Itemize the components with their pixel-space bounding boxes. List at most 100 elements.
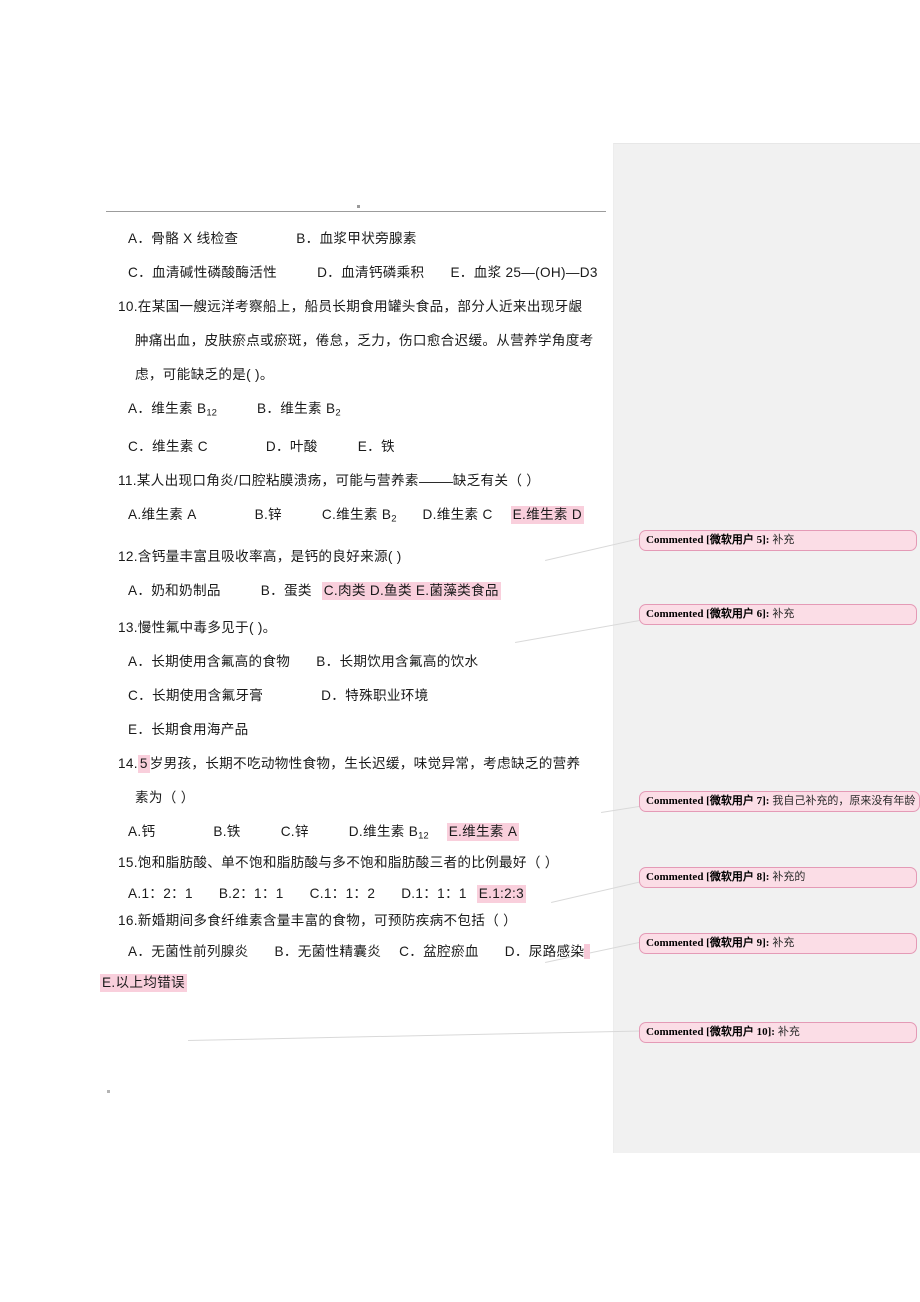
comment-balloon-9[interactable]: Commented [微软用户 9]: 补充: [639, 933, 917, 954]
option-text: D．血清钙磷乘积: [317, 265, 425, 280]
comment-author: Commented [微软用户 8]:: [646, 871, 770, 883]
highlighted-option-e: E.维生素 D: [510, 506, 584, 525]
question-stem-line: 12.含钙量丰富且吸收率高，是钙的良好来源( ): [118, 548, 402, 564]
option-text: B．长期饮用含氟高的饮水: [316, 653, 479, 669]
comment-leader-line-10: [188, 1030, 648, 1041]
fill-in-blank: [418, 482, 453, 484]
question-stem-line: 11.某人出现口角炎/口腔粘膜溃疡，可能与营养素 缺乏有关（ ）: [0, 470, 613, 491]
question-stem-line: 肿痛出血，皮肤瘀点或瘀斑，倦怠，乏力，伤口愈合迟缓。从营养学角度考: [135, 333, 594, 348]
option-line: A．奶和奶制品 B．蛋类 C.肉类 D.鱼类 E.菌藻类食品: [0, 580, 613, 601]
option-text: E．长期食用海产品: [128, 721, 249, 737]
document-text-body: A．骨骼 X 线检查 B．血浆甲状旁腺素 C．血清碱性磷酸酶活性 D．血清钙磷乘积 E…: [0, 228, 613, 993]
option-text: B．血浆甲状旁腺素: [296, 231, 417, 246]
option-text: C.1：1：2: [309, 886, 376, 902]
comment-author: Commented [微软用户 10]:: [646, 1026, 775, 1038]
option-line: A.1：2：1 B.2：1：1 C.1：1：2 D.1：1：1 E.1:2:3: [0, 883, 613, 904]
question-stem-text: 岁男孩，长期不吃动物性食物，生长迟缓，味觉异常，考虑缺乏的营养: [149, 755, 581, 771]
comment-margin-panel: [613, 143, 920, 1153]
option-text: A．无菌性前列腺炎: [128, 944, 249, 960]
option-label: C.维生素 B: [321, 507, 392, 523]
option-text: D．特殊职业环境: [321, 687, 429, 703]
question-stem-line: 13.慢性氟中毒多见于( )。: [118, 619, 277, 635]
highlighted-age-value: 5: [137, 754, 150, 773]
option-text: E．血浆 25—(OH)—D3: [450, 265, 598, 280]
highlighted-option-e: E.以上均错误: [100, 974, 187, 993]
option-text: C.锌: [280, 823, 309, 839]
question-stem-line: 16.新婚期间多食纤维素含量丰富的食物，可预防疾病不包括（ ）: [118, 913, 518, 929]
option-line: A．骨骼 X 线检查 B．血浆甲状旁腺素: [0, 228, 613, 249]
option-text: B．蛋类: [260, 582, 312, 598]
comment-balloon-10[interactable]: Commented [微软用户 10]: 补充: [639, 1022, 917, 1043]
subscript: 12: [418, 830, 429, 842]
option-line: A．长期使用含氟高的食物 B．长期饮用含氟高的饮水: [0, 651, 613, 672]
option-text: A.1：2：1: [128, 886, 193, 902]
comment-balloon-6[interactable]: Commented [微软用户 6]: 补充: [639, 604, 917, 625]
question-stem-line: 15.饱和脂肪酸、单不饱和脂肪酸与多不饱和脂肪酸三者的比例最好（ ）: [118, 855, 559, 871]
option-text: E．铁: [357, 439, 395, 455]
highlighted-options-cde: C.肉类 D.鱼类 E.菌藻类食品: [321, 581, 501, 600]
question-stem-line: 10.在某国一艘远洋考察船上，船员长期食用罐头食品，部分人近来出现牙龈: [118, 299, 583, 314]
subscript: 12: [206, 407, 217, 419]
option-text: A．奶和奶制品: [128, 582, 221, 598]
comment-text: 我自己补充的，原来没有年龄: [772, 795, 916, 807]
comment-balloon-7[interactable]: Commented [微软用户 7]: 我自己补充的，原来没有年龄: [639, 791, 920, 812]
question-number: 14.: [118, 755, 138, 771]
option-line: A.维生素 A B.锌 C.维生素 B2 D.维生素 C E.维生素 D: [0, 504, 613, 529]
comment-text: 补充: [777, 1026, 800, 1038]
option-label: A．维生素 B: [128, 401, 207, 416]
option-label: D.维生素 B: [348, 823, 419, 839]
question-stem-line: 素为（ ）: [135, 789, 195, 805]
document-page: A．骨骼 X 线检查 B．血浆甲状旁腺素 C．血清碱性磷酸酶活性 D．血清钙磷乘积 E…: [0, 0, 920, 1302]
option-text: B.锌: [254, 507, 282, 523]
footer-dot: [107, 1090, 110, 1093]
option-line: C．维生素 C D．叶酸 E．铁: [0, 436, 613, 457]
comment-balloon-8[interactable]: Commented [微软用户 8]: 补充的: [639, 867, 917, 888]
option-line: C．血清碱性磷酸酶活性 D．血清钙磷乘积 E．血浆 25—(OH)—D3: [0, 262, 613, 283]
subscript: 2: [391, 513, 397, 525]
option-line: E．长期食用海产品: [0, 719, 613, 740]
option-text: C.维生素 B2: [321, 507, 397, 525]
option-line: A．维生素 B12 B．维生素 B2: [0, 398, 613, 423]
option-text: A.钙: [128, 823, 156, 839]
comment-author: Commented [微软用户 5]:: [646, 534, 770, 546]
comment-author: Commented [微软用户 9]:: [646, 937, 770, 949]
comment-author: Commented [微软用户 7]:: [646, 795, 770, 807]
option-label: B．维生素 B: [256, 401, 336, 416]
option-text: B.2：1：1: [218, 886, 284, 902]
option-text: A．骨骼 X 线检查: [128, 231, 239, 246]
option-text: B．维生素 B2: [256, 401, 341, 419]
option-text: B．无菌性精囊炎: [274, 944, 382, 960]
option-text: A．维生素 B12: [128, 401, 217, 419]
option-text: C．血清碱性磷酸酶活性: [128, 265, 278, 280]
option-text: B.铁: [213, 823, 241, 839]
option-text: A.维生素 A: [128, 507, 197, 523]
comment-text: 补充的: [772, 871, 806, 883]
option-text: D．尿路感染: [504, 944, 585, 960]
option-text: C．盆腔瘀血: [399, 944, 479, 960]
header-rule: [106, 211, 606, 212]
comment-balloon-5[interactable]: Commented [微软用户 5]: 补充: [639, 530, 917, 551]
option-text: A．长期使用含氟高的食物: [128, 653, 291, 669]
option-overflow-line: E.以上均错误: [0, 972, 613, 993]
option-text: D.1：1：1: [401, 886, 467, 902]
option-text: D．叶酸: [265, 439, 318, 455]
comment-author: Commented [微软用户 6]:: [646, 608, 770, 620]
question-stem-line: 14. 5 岁男孩，长期不吃动物性食物，生长迟缓，味觉异常，考虑缺乏的营养: [0, 753, 613, 774]
option-text: C．维生素 C: [128, 439, 208, 455]
highlighted-option-e: E.1:2:3: [476, 885, 526, 904]
question-stem-line: 虑，可能缺乏的是( )。: [135, 367, 274, 382]
subscript: 2: [335, 407, 341, 419]
option-text: D.维生素 C: [422, 507, 493, 523]
option-line: A．无菌性前列腺炎 B．无菌性精囊炎 C．盆腔瘀血 D．尿路感染: [0, 941, 613, 962]
comment-text: 补充: [772, 937, 795, 949]
comment-text: 补充: [772, 608, 795, 620]
option-text: D.维生素 B12: [348, 823, 429, 842]
header-dot: [357, 205, 360, 208]
option-line: A.钙 B.铁 C.锌 D.维生素 B12 E.维生素 A: [0, 821, 613, 846]
highlighted-option-e: E.维生素 A: [446, 822, 520, 841]
question-stem-text: 11.某人出现口角炎/口腔粘膜溃疡，可能与营养素: [118, 473, 419, 489]
comment-text: 补充: [772, 534, 795, 546]
question-stem-tail: 缺乏有关（ ）: [452, 473, 541, 489]
highlight-edge-mark: [584, 944, 591, 960]
option-text: C．长期使用含氟牙膏: [128, 687, 264, 703]
